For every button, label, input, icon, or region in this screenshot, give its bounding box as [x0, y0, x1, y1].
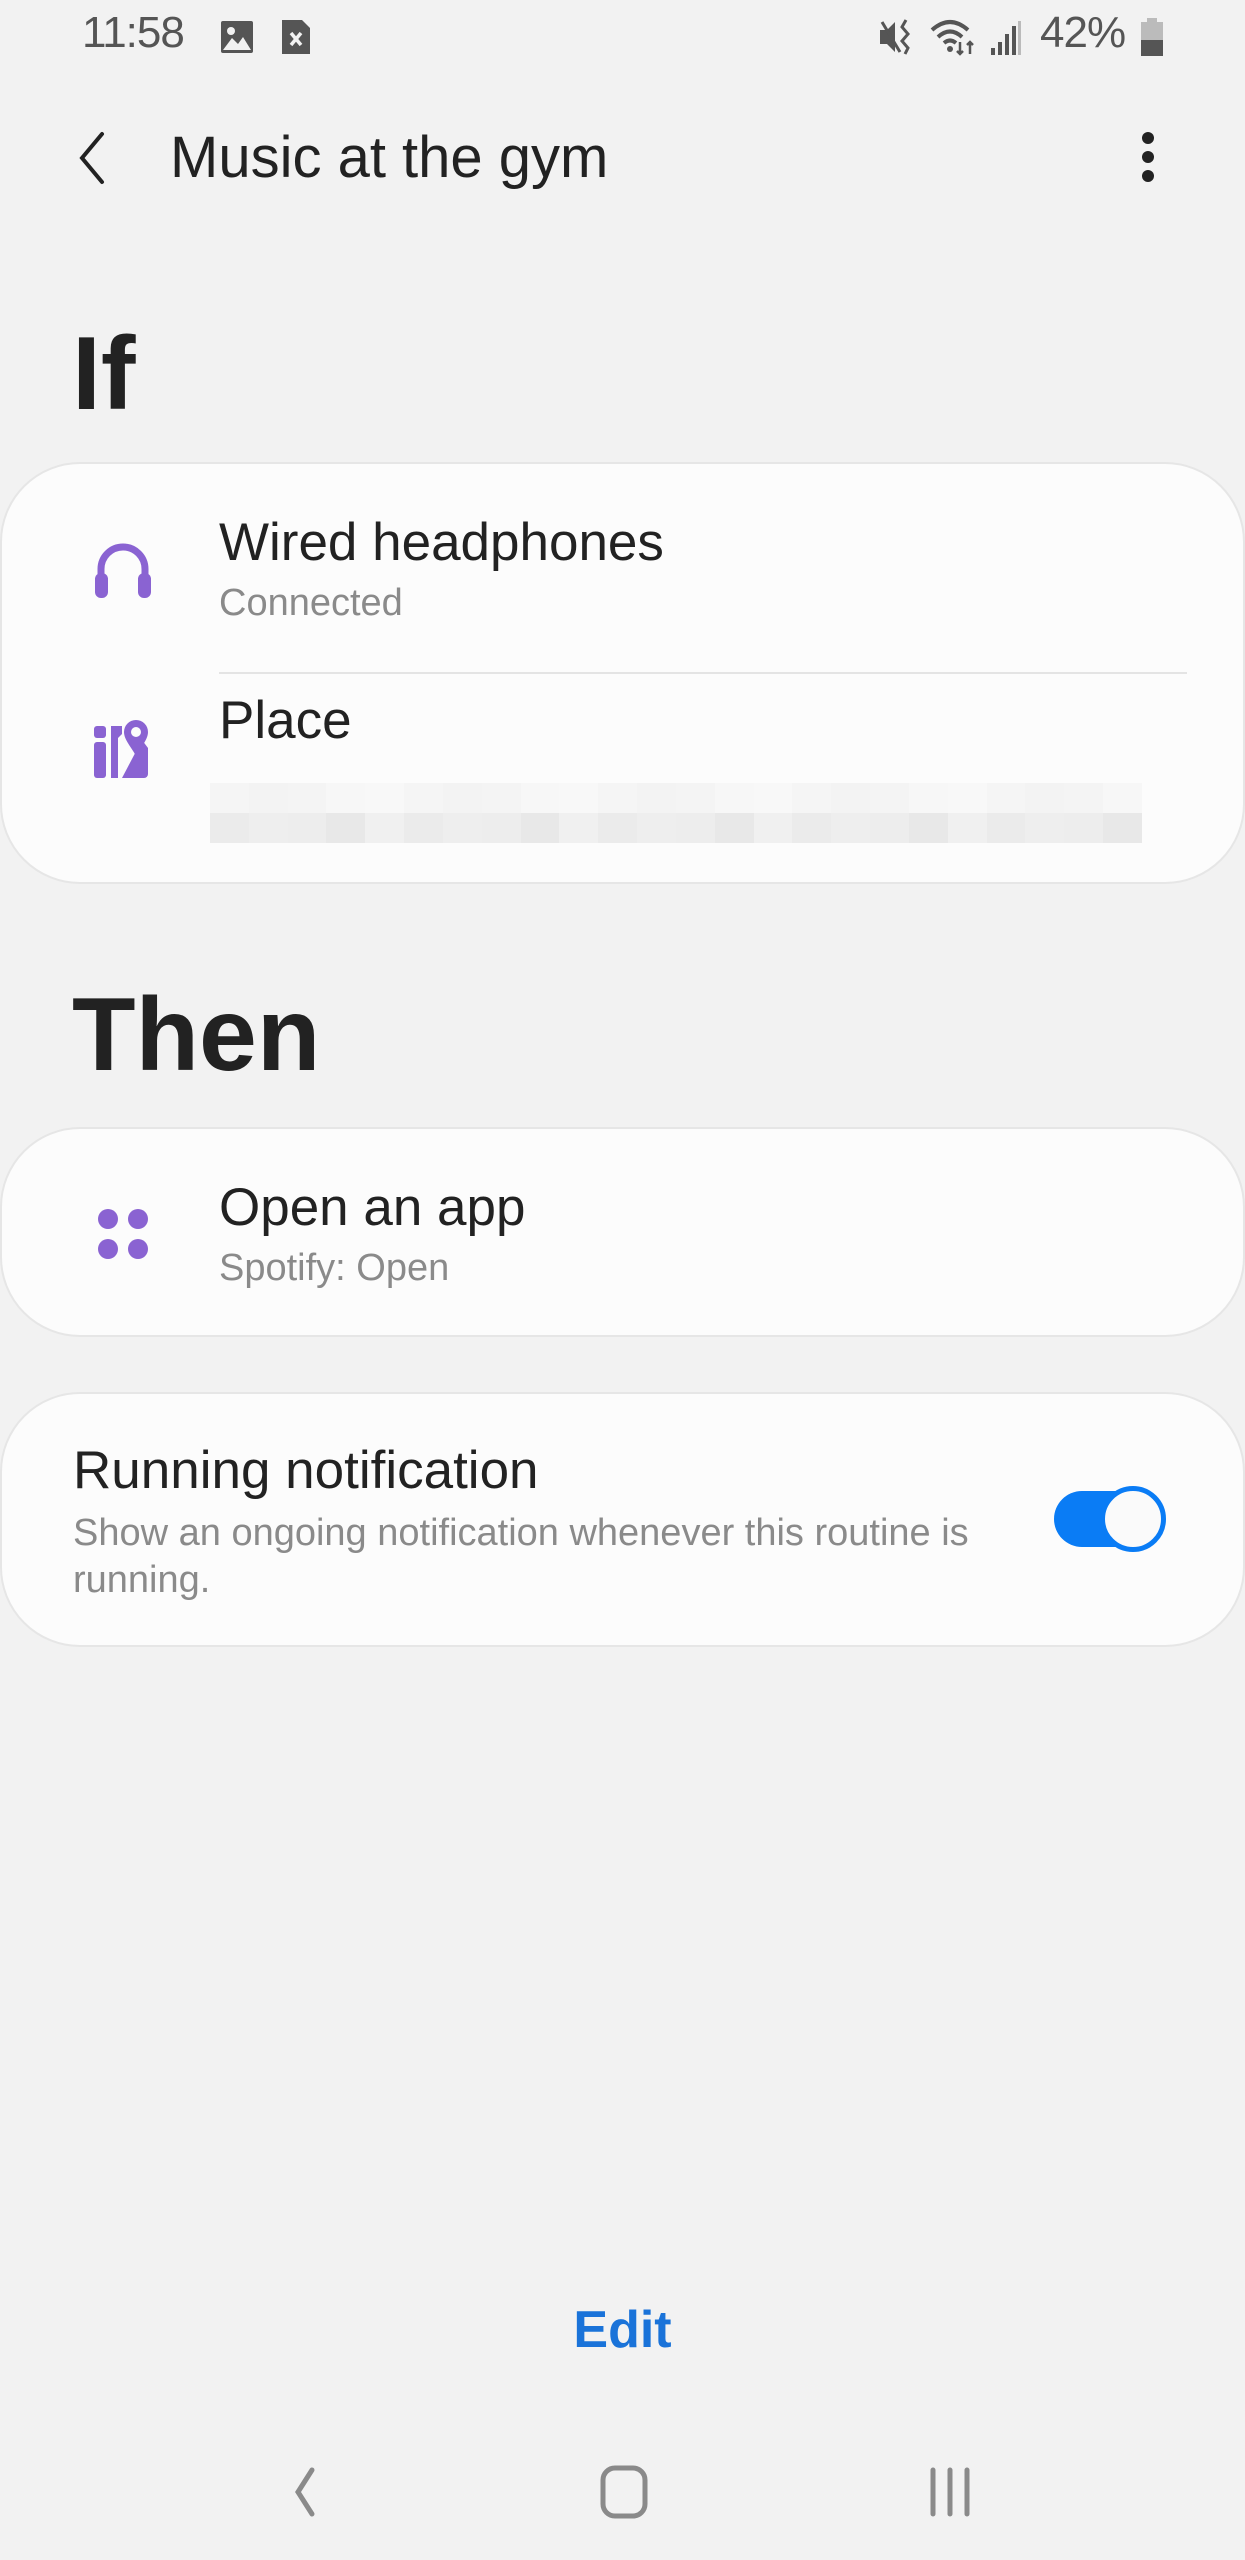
redacted-pixel: [986, 783, 1026, 813]
redacted-pixel: [442, 813, 482, 843]
recents-nav-icon[interactable]: [925, 2462, 975, 2522]
redacted-pixel: [287, 783, 327, 813]
redacted-pixel: [831, 813, 871, 843]
redacted-pixel: [637, 813, 676, 843]
back-arrow-icon[interactable]: [70, 128, 116, 188]
running-notification-title: Running notification: [73, 1441, 539, 1500]
redacted-pixel: [908, 783, 948, 813]
redacted-pixel: [598, 813, 638, 843]
redacted-pixel: [1103, 783, 1142, 813]
action-subtitle: Spotify: Open: [219, 1247, 450, 1289]
redacted-pixel: [714, 813, 754, 843]
if-heading: If: [72, 316, 136, 432]
image-notification-icon: [221, 21, 253, 53]
row-divider: [219, 672, 1187, 674]
condition-subtitle: Connected: [219, 582, 403, 624]
redacted-pixel: [792, 813, 832, 843]
condition-wired-headphones[interactable]: Wired headphones Connected: [2, 464, 1243, 674]
redacted-pixel: [559, 783, 599, 813]
then-heading: Then: [72, 977, 321, 1093]
redacted-pixel: [675, 783, 715, 813]
redacted-pixel: [442, 783, 482, 813]
edit-button[interactable]: Edit: [0, 2300, 1245, 2360]
redacted-pixel: [753, 813, 793, 843]
redacted-pixel: [520, 783, 560, 813]
running-notification-description: Show an ongoing notification whenever th…: [73, 1512, 969, 1601]
actions-card: Open an app Spotify: Open: [0, 1127, 1245, 1337]
apps-icon: [98, 1209, 148, 1259]
more-options-icon[interactable]: [1128, 124, 1168, 190]
redacted-pixel: [365, 783, 405, 813]
redacted-pixel: [986, 813, 1026, 843]
battery-icon: [1141, 18, 1163, 56]
redacted-pixel: [792, 783, 832, 813]
redacted-pixel: [870, 813, 909, 843]
redacted-pixel: [404, 783, 443, 813]
condition-title: Place: [219, 691, 352, 750]
redacted-pixel: [210, 783, 249, 813]
redacted-pixel: [248, 813, 288, 843]
headphones-icon: [95, 543, 151, 598]
redacted-pixel: [326, 783, 366, 813]
redacted-pixel: [908, 813, 948, 843]
action-title: Open an app: [219, 1178, 526, 1237]
redacted-pixel: [404, 813, 443, 843]
redacted-pixel: [1103, 813, 1142, 843]
condition-title: Wired headphones: [219, 513, 664, 572]
redacted-pixel: [598, 783, 638, 813]
home-nav-icon[interactable]: [598, 2462, 650, 2522]
status-time: 11:58: [82, 8, 185, 57]
redacted-pixel: [520, 813, 560, 843]
redacted-pixel: [210, 813, 249, 843]
condition-place[interactable]: Place: [2, 676, 1243, 882]
place-map-icon: [94, 720, 148, 778]
redacted-pixel: [481, 783, 521, 813]
redacted-pixel: [947, 813, 987, 843]
redacted-pixel: [1025, 783, 1065, 813]
redacted-pixel: [947, 783, 987, 813]
redacted-pixel: [481, 813, 521, 843]
redacted-place-address: [210, 783, 1142, 843]
redacted-pixel: [675, 813, 715, 843]
back-nav-icon[interactable]: [282, 2462, 322, 2522]
redacted-pixel: [326, 813, 366, 843]
sim-error-icon: [282, 20, 310, 54]
redacted-pixel: [287, 813, 327, 843]
redacted-pixel: [831, 783, 871, 813]
running-notification-toggle[interactable]: [1054, 1486, 1166, 1552]
redacted-pixel: [559, 813, 599, 843]
redacted-pixel: [753, 783, 793, 813]
page-title: Music at the gym: [170, 125, 609, 190]
redacted-pixel: [365, 813, 405, 843]
toggle-knob: [1100, 1486, 1166, 1552]
signal-icon: [991, 21, 1021, 55]
redacted-pixel: [1025, 813, 1065, 843]
redacted-pixel: [1064, 813, 1104, 843]
redacted-pixel: [248, 783, 288, 813]
battery-percent: 42%: [1040, 8, 1126, 57]
vibrate-mute-icon: [880, 19, 910, 55]
redacted-pixel: [870, 783, 909, 813]
action-open-app[interactable]: Open an app Spotify: Open: [2, 1129, 1243, 1335]
redacted-pixel: [1064, 783, 1104, 813]
redacted-pixel: [714, 783, 754, 813]
redacted-pixel: [637, 783, 676, 813]
wifi-icon: [930, 20, 974, 56]
